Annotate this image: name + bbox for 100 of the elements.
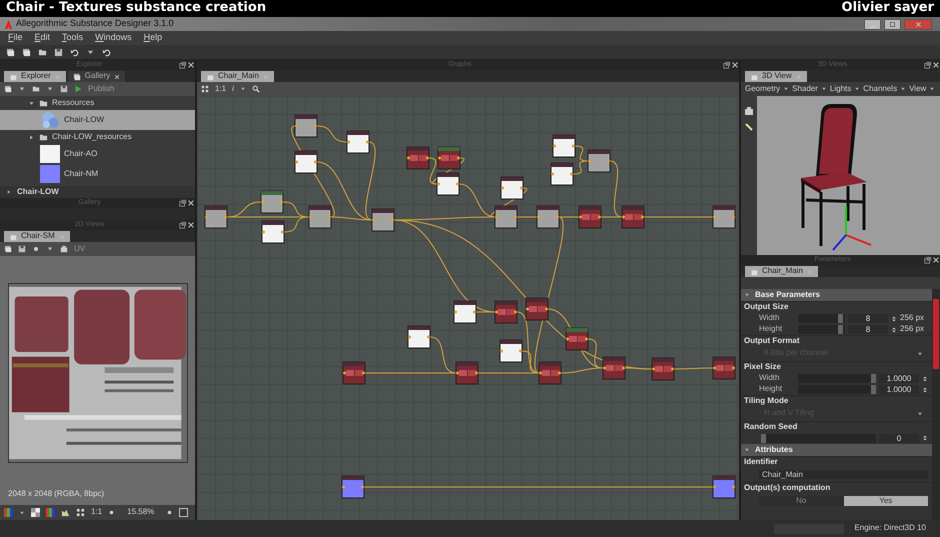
caret-icon[interactable] xyxy=(854,86,860,92)
graph-node[interactable] xyxy=(342,476,364,498)
view-menu[interactable]: Geometry xyxy=(745,84,780,94)
graph-node[interactable] xyxy=(342,362,366,384)
tree-item[interactable]: Chair-LOW xyxy=(0,186,195,198)
spinner-icon[interactable] xyxy=(922,434,928,442)
zoom-ratio-button[interactable]: 1:1 xyxy=(215,84,226,94)
graph-node[interactable] xyxy=(454,300,476,324)
graph-node[interactable] xyxy=(538,362,562,384)
close-icon[interactable] xyxy=(187,61,195,69)
caret-icon[interactable] xyxy=(46,245,54,253)
layers-icon[interactable] xyxy=(22,48,31,56)
spinner-icon[interactable] xyxy=(891,326,897,334)
graph-node[interactable] xyxy=(550,162,574,186)
graph-node[interactable] xyxy=(578,206,602,228)
caret-icon[interactable] xyxy=(46,85,54,93)
panel-tab[interactable]: 3D View xyxy=(745,71,807,82)
save-icon[interactable] xyxy=(18,245,26,253)
graph-node[interactable] xyxy=(652,358,674,380)
caret-icon[interactable] xyxy=(18,85,26,93)
caret-icon[interactable] xyxy=(900,86,906,92)
section-header[interactable]: Attributes xyxy=(741,444,932,456)
graph-node[interactable] xyxy=(262,220,284,244)
graph-node[interactable] xyxy=(712,356,736,380)
info-button[interactable]: i xyxy=(232,84,234,94)
save-icon[interactable] xyxy=(54,48,63,56)
slider-thumb[interactable] xyxy=(871,374,876,383)
graph-node[interactable] xyxy=(494,206,518,228)
panel-tab[interactable]: Chair_Main xyxy=(201,71,274,82)
close-button[interactable] xyxy=(904,18,932,30)
graph-node[interactable] xyxy=(602,356,626,380)
histogram-icon[interactable] xyxy=(61,508,70,517)
graph-node[interactable] xyxy=(260,190,284,214)
spinner-icon[interactable] xyxy=(891,314,897,322)
graph-node[interactable] xyxy=(494,300,518,324)
search-icon[interactable] xyxy=(252,85,260,93)
float-icon[interactable] xyxy=(924,61,932,69)
view-menu[interactable]: Shader xyxy=(792,84,818,94)
identifier-field[interactable]: Chair_Main xyxy=(759,470,928,479)
maximize-button[interactable] xyxy=(884,18,901,30)
float-icon[interactable] xyxy=(179,199,187,207)
tree-item[interactable]: Chair-NM xyxy=(0,164,195,184)
panel-tab[interactable]: Gallery xyxy=(68,71,126,82)
float-icon[interactable] xyxy=(924,256,932,264)
graph-node[interactable] xyxy=(438,146,460,170)
tree-item[interactable]: Ressources xyxy=(0,96,195,110)
scrollbar[interactable] xyxy=(932,289,940,520)
toggle-option[interactable]: Yes xyxy=(844,496,928,506)
view-menu[interactable]: Channels xyxy=(863,84,898,94)
fit-icon[interactable] xyxy=(201,85,209,93)
graph-node[interactable] xyxy=(588,150,610,172)
caret-icon[interactable] xyxy=(19,510,25,516)
caret-down-icon[interactable] xyxy=(28,100,35,106)
close-icon[interactable] xyxy=(187,199,195,207)
slider-track[interactable] xyxy=(798,314,845,323)
slider-track[interactable] xyxy=(761,434,876,442)
caret-down-icon[interactable] xyxy=(744,292,750,298)
graph-node[interactable] xyxy=(346,130,370,154)
graph-node[interactable] xyxy=(204,206,228,228)
camera-icon[interactable] xyxy=(744,106,754,116)
value-field[interactable]: 1.0000 xyxy=(879,374,919,383)
slider-track[interactable] xyxy=(798,385,876,394)
slider-thumb[interactable] xyxy=(838,325,843,334)
slider-thumb[interactable] xyxy=(871,385,876,394)
graph-node[interactable] xyxy=(436,172,460,196)
save-icon[interactable] xyxy=(60,85,68,93)
graph-node[interactable] xyxy=(294,114,318,138)
graph-node[interactable] xyxy=(456,362,478,384)
graph-node[interactable] xyxy=(500,176,524,200)
panel-tab[interactable]: Chair-SM xyxy=(4,231,70,242)
graph-node[interactable] xyxy=(294,150,318,174)
menu-item[interactable]: Edit xyxy=(34,33,50,43)
float-icon[interactable] xyxy=(179,221,187,229)
tree-item[interactable]: Chair-LOW xyxy=(0,110,195,130)
close-icon[interactable] xyxy=(114,74,120,80)
menu-item[interactable]: File xyxy=(8,33,23,43)
color-channels-icon[interactable] xyxy=(4,508,13,517)
float-icon[interactable] xyxy=(179,61,187,69)
close-icon[interactable] xyxy=(932,256,940,264)
graph-node[interactable] xyxy=(308,206,332,228)
float-icon[interactable] xyxy=(723,61,731,69)
graph-node[interactable] xyxy=(372,208,394,232)
caret-right-icon[interactable] xyxy=(6,189,12,195)
slider-track[interactable] xyxy=(798,374,876,383)
minimize-button[interactable] xyxy=(864,18,881,30)
value-field[interactable]: 0 xyxy=(879,434,919,442)
view-menu[interactable]: Lights xyxy=(830,84,852,94)
fit-icon[interactable] xyxy=(76,508,85,517)
panel-tab[interactable]: Chair_Main xyxy=(745,266,818,277)
close-icon[interactable] xyxy=(932,61,940,69)
view-menu[interactable]: View xyxy=(909,84,926,94)
caret-icon[interactable] xyxy=(929,86,936,92)
caret-icon[interactable] xyxy=(86,48,95,56)
caret-right-icon[interactable] xyxy=(28,134,35,140)
slider-thumb[interactable] xyxy=(761,434,766,442)
undo-icon[interactable] xyxy=(70,48,79,56)
caret-icon[interactable] xyxy=(240,86,246,92)
section-header[interactable]: Base Parameters xyxy=(741,289,932,301)
caret-icon[interactable] xyxy=(783,86,790,92)
toggle-option[interactable]: No xyxy=(759,496,844,506)
